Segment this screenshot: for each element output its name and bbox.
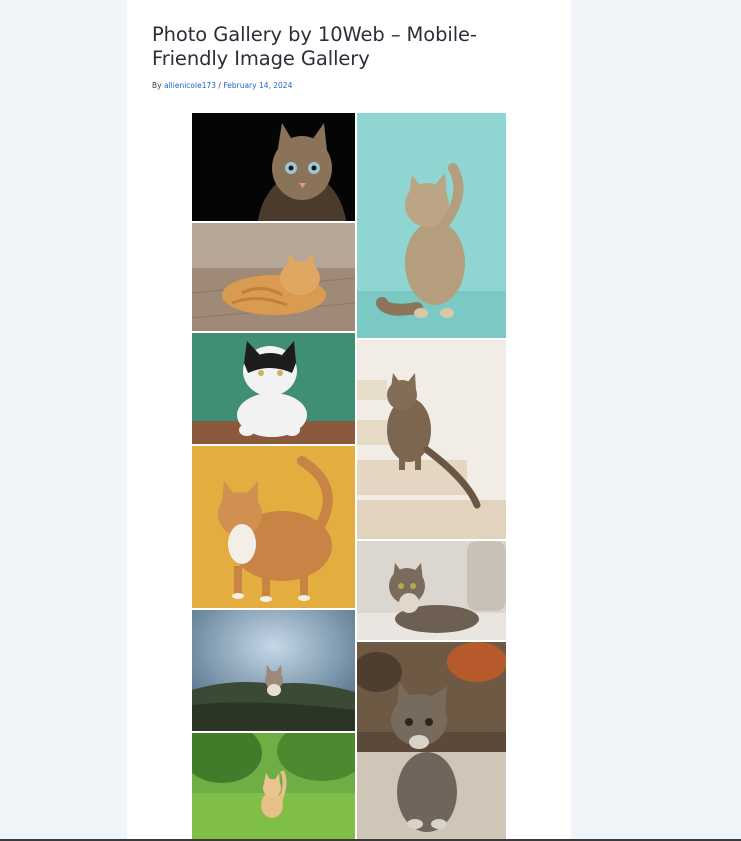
gallery-image-cat-ginger-lying-floor[interactable]	[192, 223, 355, 331]
cat-photo-icon	[357, 541, 506, 640]
image-gallery	[0, 0, 741, 841]
gallery-image-cat-ginger-yellow-bg[interactable]	[192, 446, 355, 608]
cat-photo-icon	[192, 610, 355, 731]
gallery-image-cat-dark-portrait[interactable]	[192, 113, 355, 221]
cat-photo-icon	[357, 113, 506, 338]
gallery-image-cat-kitten-blue-field[interactable]	[192, 610, 355, 731]
cat-photo-icon	[357, 340, 506, 539]
gallery-image-cat-tabby-sofa[interactable]	[357, 541, 506, 640]
cat-photo-icon	[192, 333, 355, 444]
gallery-image-cat-black-white-green[interactable]	[192, 333, 355, 444]
cat-photo-icon	[192, 223, 355, 331]
cat-photo-icon	[357, 642, 506, 841]
gallery-image-cat-tabby-stairs[interactable]	[357, 340, 506, 539]
gallery-image-cat-kitten-tabby-ground[interactable]	[357, 642, 506, 841]
cat-photo-icon	[192, 446, 355, 608]
cat-photo-icon	[192, 113, 355, 221]
cat-photo-icon	[192, 733, 355, 841]
gallery-image-cat-kitten-green-grass[interactable]	[192, 733, 355, 841]
gallery-image-cat-kitten-teal-paw[interactable]	[357, 113, 506, 338]
